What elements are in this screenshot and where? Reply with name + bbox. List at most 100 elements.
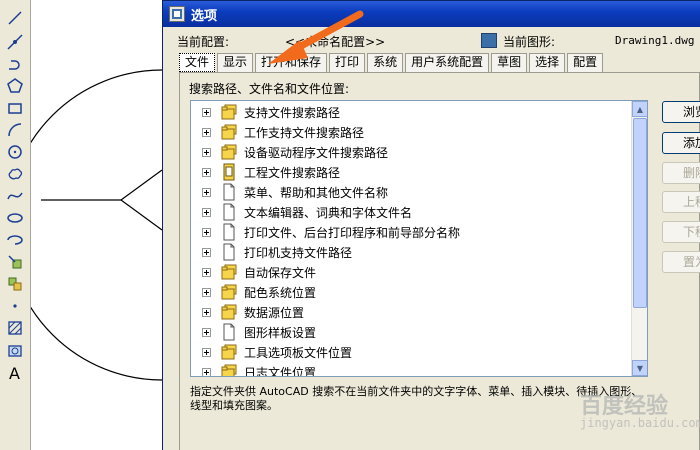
ellipse-arc-tool-icon[interactable] [4, 230, 26, 250]
current-drawing-value: Drawing1.dwg [615, 34, 695, 47]
expand-plus-icon[interactable] [202, 128, 211, 137]
remove-button[interactable]: 删除 [662, 162, 700, 184]
search-paths-heading: 搜索路径、文件名和文件位置: [189, 82, 350, 96]
document-icon [220, 323, 238, 341]
folder-stack-icon [220, 123, 238, 141]
move-up-button[interactable]: 上移 [662, 191, 700, 213]
polyline-tool-icon[interactable] [4, 54, 26, 74]
tab-display[interactable]: 显示 [217, 53, 254, 72]
tree-item-label: 日志文件位置 [244, 366, 317, 377]
tab-open-and-save[interactable]: 打开和保存 [255, 53, 328, 72]
expand-plus-icon[interactable] [202, 268, 211, 277]
expand-plus-icon[interactable] [202, 108, 211, 117]
arc-shape [31, 69, 163, 381]
current-profile-label: 当前配置: [177, 35, 230, 49]
tree-item-label: 工作支持文件搜索路径 [244, 126, 365, 140]
current-profile-value: <<未命名配置>> [285, 35, 386, 49]
tree-item-label: 支持文件搜索路径 [244, 106, 341, 120]
expand-plus-icon[interactable] [202, 288, 211, 297]
circle-tool-icon[interactable] [4, 142, 26, 162]
expand-plus-icon[interactable] [202, 168, 211, 177]
tree-vertical-scrollbar[interactable]: ▲ ▼ [631, 101, 647, 376]
tree-item[interactable]: 工程文件搜索路径 [191, 162, 631, 182]
tree-item[interactable]: 自动保存文件 [191, 262, 631, 282]
text-tool-icon[interactable]: A [4, 362, 26, 382]
options-dialog: 选项 当前配置: <<未命名配置>> 当前图形: Drawing1.dwg 文件… [162, 0, 700, 450]
scroll-thumb[interactable] [633, 118, 647, 308]
region-tool-icon[interactable] [4, 340, 26, 360]
tab-selection[interactable]: 选择 [529, 53, 566, 72]
drawing-file-icon [481, 33, 497, 48]
search-paths-tree[interactable]: 支持文件搜索路径工作支持文件搜索路径设备驱动程序文件搜索路径工程文件搜索路径 菜单… [190, 100, 648, 377]
dialog-title: 选项 [191, 8, 218, 24]
tree-item[interactable]: 打印机支持文件路径 [191, 242, 631, 262]
project-file-icon [220, 163, 238, 181]
files-tab-panel: 搜索路径、文件名和文件位置: 支持文件搜索路径工作支持文件搜索路径设备驱动程序文… [179, 72, 700, 450]
tab-files[interactable]: 文件 [179, 53, 216, 72]
tree-item[interactable]: 设备驱动程序文件搜索路径 [191, 142, 631, 162]
insert-block-tool-icon[interactable] [4, 252, 26, 272]
item-description: 指定文件夹供 AutoCAD 搜索不在当前文件夹中的文字字体、菜单、插入模块、待… [190, 385, 643, 412]
tab-profiles[interactable]: 配置 [567, 53, 604, 72]
tree-item-label: 图形样板设置 [244, 326, 317, 340]
folder-stack-icon [220, 343, 238, 361]
browse-button[interactable]: 浏览 [662, 101, 700, 123]
tree-item[interactable]: 数据源位置 [191, 302, 631, 322]
scroll-up-button[interactable]: ▲ [632, 101, 647, 117]
expand-plus-icon[interactable] [202, 148, 211, 157]
move-down-button[interactable]: 下移 [662, 221, 700, 243]
expand-plus-icon[interactable] [202, 328, 211, 337]
draw-toolbar: A [0, 0, 31, 450]
tab-plot[interactable]: 打印 [329, 53, 366, 72]
hatch-tool-icon[interactable] [4, 318, 26, 338]
set-current-button[interactable]: 置为 [662, 251, 700, 273]
tree-item-label: 数据源位置 [244, 306, 305, 320]
tree-item-label: 打印机支持文件路径 [244, 246, 353, 260]
folder-stack-icon [220, 143, 238, 161]
tree-item[interactable]: 支持文件搜索路径 [191, 102, 631, 122]
tree-item-label: 自动保存文件 [244, 266, 317, 280]
polygon-tool-icon[interactable] [4, 76, 26, 96]
tab-drafting[interactable]: 草图 [491, 53, 528, 72]
tree-item[interactable]: 图形样板设置 [191, 322, 631, 342]
tree-item-label: 文本编辑器、词典和字体文件名 [244, 206, 413, 220]
expand-plus-icon[interactable] [202, 248, 211, 257]
dialog-titlebar[interactable]: 选项 [163, 1, 700, 27]
tree-item-label: 打印文件、后台打印程序和前导部分名称 [244, 226, 461, 240]
tree-item[interactable]: 工具选项板文件位置 [191, 342, 631, 362]
ellipse-tool-icon[interactable] [4, 208, 26, 228]
line-tool-icon[interactable] [4, 8, 26, 28]
spline-tool-icon[interactable] [4, 186, 26, 206]
tree-item[interactable]: 文本编辑器、词典和字体文件名 [191, 202, 631, 222]
folder-stack-icon [220, 303, 238, 321]
folder-stack-icon [220, 263, 238, 281]
expand-plus-icon[interactable] [202, 188, 211, 197]
expand-plus-icon[interactable] [202, 308, 211, 317]
make-block-tool-icon[interactable] [4, 274, 26, 294]
scroll-down-button[interactable]: ▼ [632, 360, 647, 376]
expand-plus-icon[interactable] [202, 228, 211, 237]
expand-plus-icon[interactable] [202, 368, 211, 376]
expand-plus-icon[interactable] [202, 348, 211, 357]
tree-item-label: 配色系统位置 [244, 286, 317, 300]
tree-item-label: 设备驱动程序文件搜索路径 [244, 146, 389, 160]
arc-tool-icon[interactable] [4, 120, 26, 140]
svg-text:A: A [9, 364, 20, 381]
tree-item[interactable]: 日志文件位置 [191, 362, 631, 377]
tree-item[interactable]: 配色系统位置 [191, 282, 631, 302]
rectangle-tool-icon[interactable] [4, 98, 26, 118]
expand-plus-icon[interactable] [202, 208, 211, 217]
tab-user-preferences[interactable]: 用户系统配置 [405, 53, 490, 72]
tree-item[interactable]: 工作支持文件搜索路径 [191, 122, 631, 142]
drawing-canvas[interactable] [31, 0, 163, 450]
tree-item[interactable]: 打印文件、后台打印程序和前导部分名称 [191, 222, 631, 242]
tree-item[interactable]: 菜单、帮助和其他文件名称 [191, 182, 631, 202]
construction-line-tool-icon[interactable] [4, 32, 26, 52]
tree-item-label: 工具选项板文件位置 [244, 346, 353, 360]
add-button[interactable]: 添加 [662, 132, 700, 154]
folder-stack-icon [220, 283, 238, 301]
point-tool-icon[interactable] [4, 296, 26, 316]
radial-line-upper [120, 169, 163, 201]
tab-system[interactable]: 系统 [367, 53, 404, 72]
revision-cloud-tool-icon[interactable] [4, 164, 26, 184]
